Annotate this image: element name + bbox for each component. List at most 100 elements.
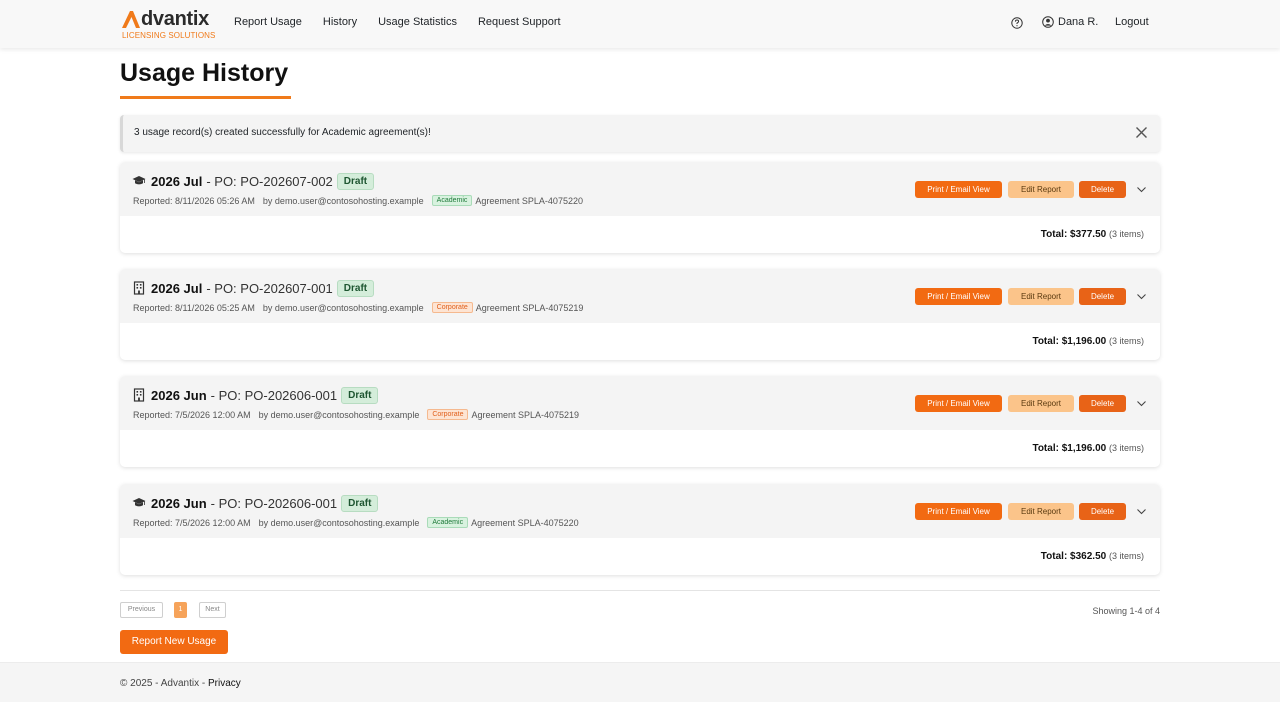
reported-date: Reported: 7/5/2026 12:00 AM bbox=[133, 409, 251, 420]
brand-subtitle: LICENSING SOLUTIONS bbox=[122, 31, 216, 40]
alert-message: 3 usage record(s) created successfully f… bbox=[134, 127, 431, 138]
card-header[interactable]: 2026 Jun - PO: PO-202606-001 Draft Repor… bbox=[120, 484, 1160, 538]
record-period: 2026 Jun bbox=[151, 388, 207, 403]
agreement-id: Agreement SPLA-4075220 bbox=[471, 517, 579, 528]
chevron-down-icon[interactable] bbox=[1136, 398, 1147, 409]
building-icon bbox=[133, 281, 145, 295]
record-total: Total: $362.50 (3 items) bbox=[1041, 551, 1144, 562]
graduation-cap-icon bbox=[132, 176, 146, 185]
reported-date: Reported: 7/5/2026 12:00 AM bbox=[133, 517, 251, 528]
chevron-down-icon[interactable] bbox=[1136, 291, 1147, 302]
print-email-view-button[interactable]: Print / Email View bbox=[915, 288, 1002, 305]
nav-usage-statistics[interactable]: Usage Statistics bbox=[378, 16, 457, 28]
total-amount: Total: $1,196.00 bbox=[1032, 336, 1107, 347]
status-badge: Draft bbox=[341, 495, 379, 512]
edit-report-button[interactable]: Edit Report bbox=[1008, 395, 1074, 412]
record-total: Total: $1,196.00 (3 items) bbox=[1032, 336, 1144, 347]
delete-button[interactable]: Delete bbox=[1079, 288, 1126, 305]
record-meta: Reported: 7/5/2026 12:00 AM by demo.user… bbox=[133, 409, 579, 420]
record-total: Total: $377.50 (3 items) bbox=[1041, 229, 1144, 240]
nav-history[interactable]: History bbox=[323, 16, 357, 28]
record-period: 2026 Jun bbox=[151, 496, 207, 511]
card-title: 2026 Jun - PO: PO-202606-001 Draft bbox=[151, 387, 379, 404]
report-new-usage-button[interactable]: Report New Usage bbox=[120, 630, 228, 654]
usage-record-card: 2026 Jul - PO: PO-202607-001 Draft Repor… bbox=[120, 269, 1160, 360]
usage-record-card: 2026 Jun - PO: PO-202606-001 Draft Repor… bbox=[120, 484, 1160, 575]
record-meta: Reported: 8/11/2026 05:25 AM by demo.use… bbox=[133, 302, 583, 313]
record-po: - PO: PO-202607-002 bbox=[206, 174, 333, 189]
print-email-view-button[interactable]: Print / Email View bbox=[915, 503, 1002, 520]
agreement-type-tag: Academic bbox=[427, 517, 469, 528]
delete-button[interactable]: Delete bbox=[1079, 181, 1126, 198]
logout-link[interactable]: Logout bbox=[1115, 16, 1149, 28]
footer-text: © 2025 - Advantix - Privacy bbox=[120, 678, 241, 689]
card-title: 2026 Jun - PO: PO-202606-001 Draft bbox=[151, 495, 379, 512]
usage-record-card: 2026 Jul - PO: PO-202607-002 Draft Repor… bbox=[120, 162, 1160, 253]
reported-by: by demo.user@contosohosting.example bbox=[258, 409, 420, 420]
copyright-text: © 2025 - Advantix - bbox=[120, 678, 208, 689]
item-count: (3 items) bbox=[1108, 443, 1144, 453]
record-po: - PO: PO-202606-001 bbox=[210, 496, 338, 511]
reported-by: by demo.user@contosohosting.example bbox=[262, 195, 424, 206]
nav-request-support[interactable]: Request Support bbox=[478, 16, 561, 28]
pagination-next-button[interactable]: Next bbox=[199, 602, 226, 618]
record-period: 2026 Jul bbox=[151, 174, 203, 189]
record-meta: Reported: 8/11/2026 05:26 AM by demo.use… bbox=[133, 195, 583, 206]
card-header[interactable]: 2026 Jul - PO: PO-202607-001 Draft Repor… bbox=[120, 269, 1160, 323]
agreement-id: Agreement SPLA-4075219 bbox=[475, 302, 584, 313]
usage-record-card: 2026 Jun - PO: PO-202606-001 Draft Repor… bbox=[120, 376, 1160, 467]
record-po: - PO: PO-202607-001 bbox=[206, 281, 333, 296]
status-badge: Draft bbox=[336, 173, 375, 190]
card-title: 2026 Jul - PO: PO-202607-001 Draft bbox=[151, 280, 375, 297]
edit-report-button[interactable]: Edit Report bbox=[1008, 181, 1074, 198]
pagination-divider bbox=[120, 590, 1160, 591]
chevron-down-icon[interactable] bbox=[1136, 184, 1147, 195]
record-total: Total: $1,196.00 (3 items) bbox=[1032, 443, 1144, 454]
pagination-page-1[interactable]: 1 bbox=[174, 602, 187, 618]
building-icon bbox=[133, 388, 145, 402]
delete-button[interactable]: Delete bbox=[1079, 395, 1126, 412]
reported-by: by demo.user@contosohosting.example bbox=[258, 517, 420, 528]
reported-date: Reported: 8/11/2026 05:25 AM bbox=[133, 302, 255, 313]
pagination-previous-button[interactable]: Previous bbox=[120, 602, 163, 618]
results-count: Showing 1-4 of 4 bbox=[1092, 606, 1160, 616]
nav-report-usage[interactable]: Report Usage bbox=[234, 16, 302, 28]
record-period: 2026 Jul bbox=[151, 281, 203, 296]
card-header[interactable]: 2026 Jul - PO: PO-202607-002 Draft Repor… bbox=[120, 162, 1160, 216]
delete-button[interactable]: Delete bbox=[1079, 503, 1126, 520]
item-count: (3 items) bbox=[1108, 229, 1144, 239]
help-circle-icon[interactable] bbox=[1011, 17, 1023, 29]
agreement-id: Agreement SPLA-4075219 bbox=[471, 409, 580, 420]
page-footer: © 2025 - Advantix - Privacy bbox=[0, 662, 1280, 702]
brand-a-mark-icon bbox=[122, 11, 140, 28]
user-circle-icon bbox=[1042, 16, 1054, 28]
user-menu[interactable]: Dana R. bbox=[1042, 16, 1098, 28]
user-name: Dana R. bbox=[1058, 16, 1099, 28]
status-badge: Draft bbox=[336, 280, 375, 297]
graduation-cap-icon bbox=[132, 498, 146, 507]
card-header[interactable]: 2026 Jun - PO: PO-202606-001 Draft Repor… bbox=[120, 376, 1160, 430]
print-email-view-button[interactable]: Print / Email View bbox=[915, 181, 1002, 198]
status-badge: Draft bbox=[341, 387, 379, 404]
close-icon[interactable] bbox=[1135, 126, 1148, 139]
record-po: - PO: PO-202606-001 bbox=[210, 388, 338, 403]
brand-logo[interactable]: dvantix LICENSING SOLUTIONS bbox=[121, 7, 216, 41]
page-title: Usage History bbox=[120, 59, 289, 87]
edit-report-button[interactable]: Edit Report bbox=[1008, 503, 1074, 520]
edit-report-button[interactable]: Edit Report bbox=[1008, 288, 1074, 305]
agreement-type-tag: Academic bbox=[431, 195, 473, 206]
total-amount: Total: $1,196.00 bbox=[1032, 443, 1107, 454]
nav-links: Report Usage History Usage Statistics Re… bbox=[234, 16, 561, 28]
title-underline bbox=[120, 96, 291, 99]
total-amount: Total: $362.50 bbox=[1040, 551, 1107, 562]
print-email-view-button[interactable]: Print / Email View bbox=[915, 395, 1002, 412]
item-count: (3 items) bbox=[1108, 551, 1144, 561]
privacy-link[interactable]: Privacy bbox=[208, 678, 241, 689]
agreement-type-tag: Corporate bbox=[427, 409, 469, 420]
item-count: (3 items) bbox=[1108, 336, 1144, 346]
total-amount: Total: $377.50 bbox=[1040, 229, 1107, 240]
chevron-down-icon[interactable] bbox=[1136, 506, 1147, 517]
reported-by: by demo.user@contosohosting.example bbox=[262, 302, 424, 313]
agreement-type-tag: Corporate bbox=[431, 302, 473, 313]
card-title: 2026 Jul - PO: PO-202607-002 Draft bbox=[151, 173, 375, 190]
